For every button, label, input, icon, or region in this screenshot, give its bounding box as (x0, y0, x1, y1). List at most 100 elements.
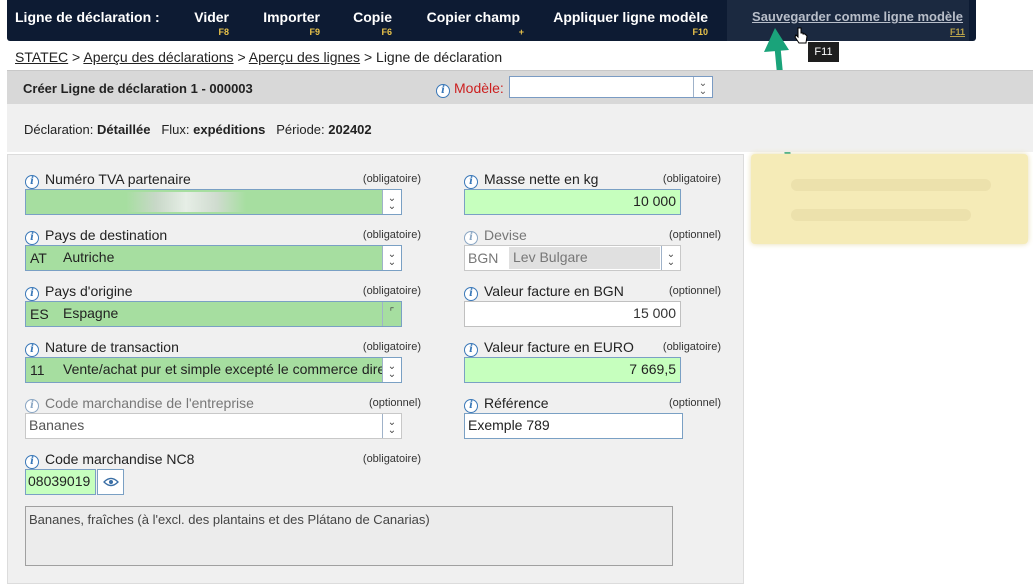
optional-note: (optionnel) (669, 397, 721, 409)
destination-select[interactable]: AT Autriche ⌄ ⌄ (25, 245, 402, 271)
origin-label: Pays d'origine (45, 283, 133, 299)
net-mass-label: Masse nette en kg (484, 171, 599, 187)
invoice-bgn-input[interactable]: 15 000 (464, 301, 681, 327)
breadcrumb-separator: > (237, 49, 246, 65)
clear-button-label: Vider (194, 9, 229, 25)
hand-cursor-icon (794, 27, 808, 44)
net-mass-input[interactable]: 10 000 (464, 189, 681, 215)
declaration-label: Déclaration: (24, 122, 94, 137)
info-icon[interactable]: i (25, 287, 39, 301)
company-code-label: Code marchandise de l'entreprise (45, 395, 254, 411)
currency-select[interactable]: BGN Lev Bulgare ⌄ ⌄ (464, 245, 681, 271)
shortcut-tooltip: F11 (808, 42, 839, 62)
company-code-select[interactable]: Bananes ⌄ ⌄ (25, 413, 402, 439)
apply-template-button-key: F10 (692, 27, 708, 37)
breadcrumb-lines[interactable]: Aperçu des lignes (249, 49, 360, 65)
import-button-key: F9 (309, 27, 320, 37)
invoice-euro-input[interactable]: 7 669,5 (464, 357, 681, 383)
nc8-label: Code marchandise NC8 (45, 451, 195, 467)
clear-button-key: F8 (218, 27, 229, 37)
required-note: (obligatoire) (362, 341, 421, 353)
breadcrumb-statec[interactable]: STATEC (15, 49, 68, 65)
apply-template-button[interactable]: Appliquer ligne modèle F10 (542, 0, 708, 41)
info-icon[interactable]: i (436, 84, 450, 98)
required-note: (obligatoire) (662, 341, 721, 353)
origin-value: Espagne (63, 305, 119, 321)
copy-button[interactable]: Copie F6 (337, 0, 392, 41)
save-as-template-button-key: F11 (949, 27, 965, 37)
reference-label: Référence (484, 395, 549, 411)
apply-template-button-label: Appliquer ligne modèle (553, 9, 708, 25)
template-label-text: Modèle: (454, 80, 504, 96)
page-title: Créer Ligne de déclaration 1 - 000003 (23, 81, 253, 96)
required-note: (obligatoire) (362, 453, 421, 465)
vat-input[interactable]: ⌄ ⌄ (25, 189, 402, 215)
toolbar-title: Ligne de déclaration : (15, 9, 160, 25)
help-note (751, 154, 1028, 244)
declaration-value: Détaillée (97, 122, 151, 137)
vat-field: i Numéro TVA partenaire (obligatoire) ⌄ ⌄ (25, 171, 421, 217)
origin-select[interactable]: ES Espagne ⌜ (25, 301, 402, 327)
chevron-down-icon[interactable]: ⌄ ⌄ (382, 358, 401, 382)
eye-icon[interactable] (97, 469, 124, 495)
info-icon[interactable]: i (25, 343, 39, 357)
breadcrumb: STATEC > Aperçu des déclarations > Aperç… (15, 49, 502, 65)
origin-field: i Pays d'origine (obligatoire) ES Espagne… (25, 283, 421, 329)
clear-button[interactable]: Vider F8 (167, 0, 229, 41)
info-icon[interactable]: i (464, 287, 478, 301)
company-code-value: Bananes (29, 417, 85, 433)
optional-note: (optionnel) (369, 397, 421, 409)
info-icon[interactable]: i (464, 343, 478, 357)
redacted-value (126, 192, 246, 212)
transaction-select[interactable]: 11 Vente/achat pur et simple excepté le … (25, 357, 402, 383)
transaction-value: Vente/achat pur et simple excepté le com… (63, 361, 397, 377)
nc8-description: Bananes, fraîches (à l'excl. des plantai… (25, 506, 673, 566)
import-button[interactable]: Importer F9 (247, 0, 320, 41)
reference-input[interactable]: Exemple 789 (464, 413, 683, 439)
info-icon[interactable]: i (25, 231, 39, 245)
net-mass-field: i Masse nette en kg (obligatoire) 10 000 (464, 171, 721, 217)
optional-note: (optionnel) (669, 229, 721, 241)
invoice-euro-value: 7 669,5 (629, 361, 676, 377)
copy-field-button[interactable]: Copier champ + (417, 0, 524, 41)
info-icon[interactable]: i (25, 175, 39, 189)
info-icon[interactable]: i (25, 455, 39, 469)
nc8-input[interactable]: 08039019 (25, 469, 96, 495)
flux-label: Flux: (161, 122, 190, 137)
info-icon[interactable]: i (25, 399, 39, 413)
vat-label: Numéro TVA partenaire (45, 171, 191, 187)
destination-value: Autriche (63, 249, 115, 265)
chevron-down-icon[interactable]: ⌄ ⌄ (693, 77, 712, 97)
required-note: (obligatoire) (362, 229, 421, 241)
chevron-down-icon[interactable]: ⌄ ⌄ (382, 246, 401, 270)
info-icon[interactable]: i (464, 231, 478, 245)
info-icon[interactable]: i (464, 175, 478, 189)
required-note: (obligatoire) (362, 285, 421, 297)
template-select[interactable]: ⌄ ⌄ (509, 76, 713, 98)
declaration-summary: Déclaration: Détaillée Flux: expéditions… (7, 104, 1033, 152)
required-note: (obligatoire) (362, 173, 421, 185)
invoice-bgn-label: Valeur facture en BGN (484, 283, 624, 299)
breadcrumb-separator: > (72, 49, 81, 65)
nc8-field: i Code marchandise NC8 (obligatoire) 0803… (25, 451, 421, 497)
optional-note: (optionnel) (669, 285, 721, 297)
chevron-down-icon[interactable]: ⌄ ⌄ (382, 414, 401, 438)
destination-field: i Pays de destination (obligatoire) AT Au… (25, 227, 421, 273)
transaction-field: i Nature de transaction (obligatoire) 11 … (25, 339, 421, 385)
reference-value: Exemple 789 (468, 417, 550, 433)
nc8-value: 08039019 (28, 473, 91, 489)
period-label: Période: (276, 122, 325, 137)
reset-icon[interactable]: ⌜ (382, 302, 401, 326)
copy-button-label: Copie (353, 9, 392, 25)
currency-field: i Devise (optionnel) BGN Lev Bulgare ⌄ ⌄ (464, 227, 721, 273)
copy-field-button-label: Copier champ (426, 9, 520, 25)
info-icon[interactable]: i (464, 399, 478, 413)
breadcrumb-separator: > (363, 49, 373, 65)
import-button-label: Importer (263, 9, 320, 25)
chevron-down-icon[interactable]: ⌄ ⌄ (382, 190, 401, 214)
chevron-down-icon[interactable]: ⌄ ⌄ (661, 246, 680, 270)
origin-code: ES (30, 306, 49, 322)
breadcrumb-declarations[interactable]: Aperçu des déclarations (83, 49, 233, 65)
copy-button-key: F6 (381, 27, 392, 37)
destination-label: Pays de destination (45, 227, 168, 243)
